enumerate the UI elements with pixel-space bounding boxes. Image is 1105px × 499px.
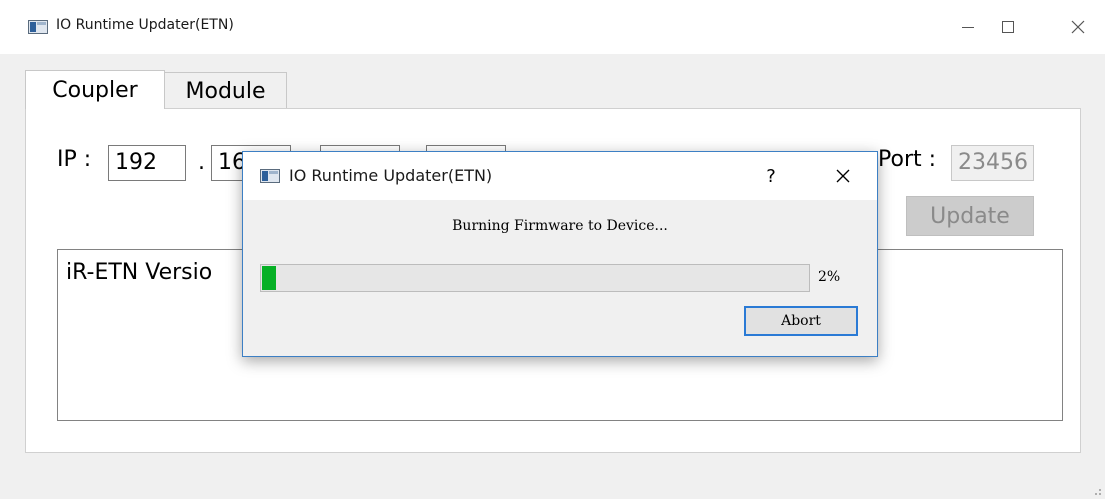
- window-title: IO Runtime Updater(ETN): [56, 17, 234, 33]
- progress-bar: [260, 264, 810, 292]
- minimize-icon: [962, 27, 974, 28]
- tab-module[interactable]: Module: [164, 72, 287, 109]
- dialog-app-icon: [260, 169, 280, 183]
- version-log-text: iR-ETN Versio: [66, 260, 213, 285]
- update-button-label: Update: [930, 203, 1010, 229]
- update-button[interactable]: Update: [906, 196, 1034, 236]
- dialog-title-bar: IO Runtime Updater(ETN) ?: [243, 152, 877, 200]
- ip-dot-1: .: [198, 150, 205, 175]
- close-icon: [836, 169, 850, 183]
- abort-button-label: Abort: [781, 313, 821, 329]
- tab-coupler[interactable]: Coupler: [25, 70, 165, 109]
- close-button[interactable]: [1058, 10, 1098, 44]
- ip-label: IP :: [57, 147, 92, 172]
- progress-percent: 2%: [818, 269, 841, 285]
- port-field[interactable]: 23456: [951, 145, 1034, 181]
- tab-coupler-label: Coupler: [52, 77, 138, 103]
- progress-dialog: IO Runtime Updater(ETN) ? Burning Firmwa…: [242, 151, 878, 357]
- app-icon: [28, 20, 48, 34]
- help-icon: ?: [766, 165, 776, 187]
- title-bar: IO Runtime Updater(ETN): [0, 0, 1105, 54]
- dialog-close-button[interactable]: [829, 162, 857, 190]
- progress-bar-fill: [262, 266, 276, 290]
- ip-octet-1-field[interactable]: 192: [108, 145, 186, 181]
- resize-grip-icon[interactable]: [1090, 484, 1102, 496]
- maximize-button[interactable]: [988, 10, 1028, 44]
- close-icon: [1071, 20, 1085, 34]
- abort-button[interactable]: Abort: [744, 306, 858, 336]
- help-button[interactable]: ?: [761, 162, 781, 190]
- dialog-message: Burning Firmware to Device...: [452, 218, 668, 234]
- port-label: Port :: [878, 147, 937, 172]
- dialog-title: IO Runtime Updater(ETN): [289, 166, 493, 185]
- tab-module-label: Module: [185, 78, 266, 104]
- minimize-button[interactable]: [948, 10, 988, 44]
- maximize-icon: [1002, 21, 1014, 33]
